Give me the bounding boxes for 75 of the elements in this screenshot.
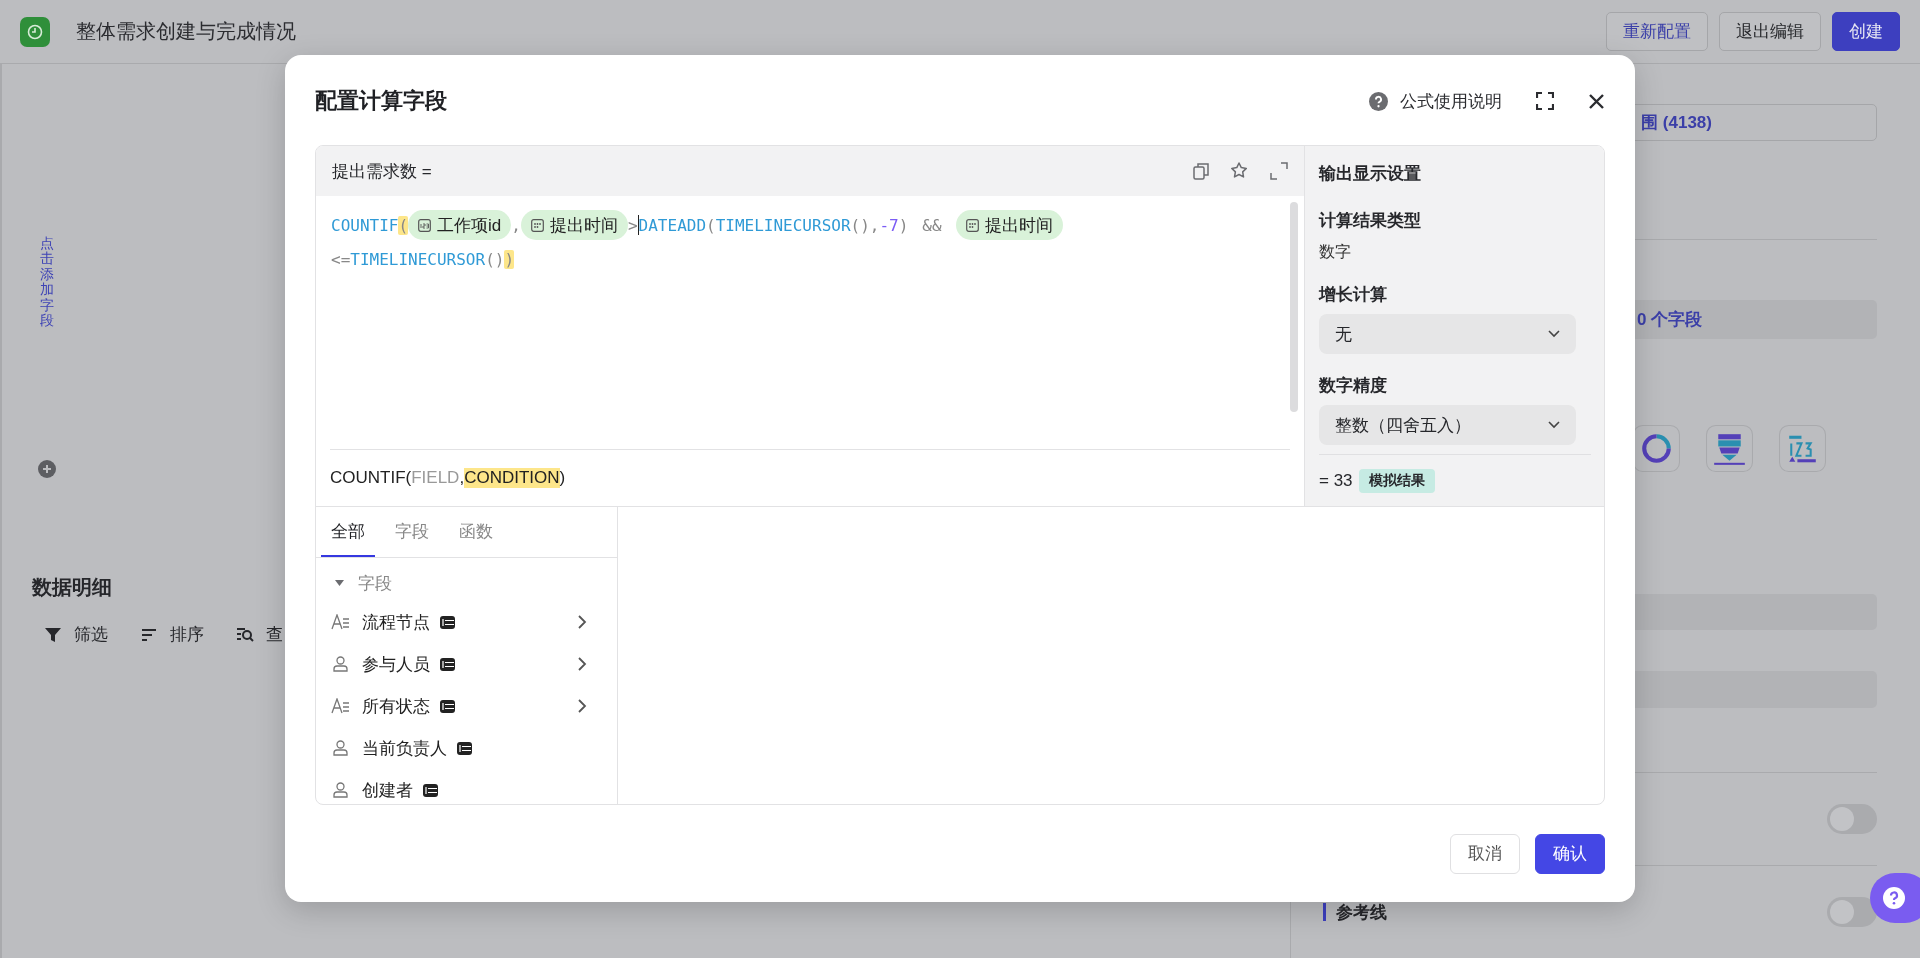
chevron-down-icon <box>1548 421 1560 429</box>
toggle-switch[interactable] <box>1827 804 1877 835</box>
toolbar-button[interactable]: 重新配置 <box>1606 12 1708 51</box>
help-button[interactable] <box>1870 873 1920 923</box>
field-name: 提出需求数 = <box>332 160 432 183</box>
toolbar-button[interactable]: 筛选 <box>44 623 108 647</box>
setting-label: 计算结果类型 <box>1319 210 1421 232</box>
setting-label: 增长计算 <box>1319 284 1387 306</box>
text-field-icon <box>331 614 350 630</box>
field-item[interactable]: 创建者 <box>331 769 617 804</box>
copy-icon[interactable] <box>1192 162 1210 180</box>
calendar-icon <box>965 218 979 232</box>
section-title: 数据明细 <box>32 575 112 601</box>
field-item[interactable]: 当前负责人 <box>331 727 617 769</box>
table-icon <box>440 657 455 671</box>
number-card-icon[interactable] <box>1779 424 1826 472</box>
search-icon <box>236 625 254 644</box>
filter-icon <box>44 625 62 644</box>
result-tag: 模拟结果 <box>1358 469 1435 493</box>
setting-value: 数字 <box>1319 242 1351 262</box>
toolbar-button[interactable]: 查 <box>236 623 283 647</box>
help-icon <box>1883 887 1905 909</box>
toolbar-button[interactable]: 退出编辑 <box>1719 12 1821 51</box>
help-link[interactable]: 公式使用说明 <box>1369 89 1502 113</box>
caret-icon <box>335 580 344 587</box>
text-cursor <box>637 215 639 235</box>
app-logo-icon <box>20 16 50 47</box>
tab[interactable]: 全部 <box>321 507 375 557</box>
toolbar-button[interactable]: 排序 <box>140 623 204 647</box>
page-title: 整体需求创建与完成情况 <box>76 19 296 44</box>
person-icon <box>331 782 350 798</box>
setting-label: 数字精度 <box>1319 375 1387 397</box>
table-icon <box>440 615 455 629</box>
field-chip[interactable]: 工作项id <box>408 210 512 240</box>
scrollbar[interactable] <box>1290 202 1298 412</box>
calendar-icon <box>530 218 544 232</box>
chevron-right-icon[interactable] <box>578 657 587 671</box>
field-item[interactable]: 流程节点 <box>331 601 617 643</box>
donut-chart-icon[interactable] <box>1633 424 1680 472</box>
tab[interactable]: 字段 <box>385 507 439 557</box>
add-icon[interactable] <box>38 460 56 479</box>
close-icon[interactable] <box>1588 92 1605 110</box>
dialog-title: 配置计算字段 <box>315 87 447 115</box>
chevron-right-icon[interactable] <box>578 615 587 629</box>
panel-title: 输出显示设置 <box>1319 163 1421 185</box>
section-toggle[interactable]: 字段 <box>331 566 396 601</box>
dialog-button[interactable]: 取消 <box>1450 833 1520 874</box>
table-icon <box>457 741 472 755</box>
text-field-icon <box>331 698 350 714</box>
chevron-down-icon <box>1548 330 1560 338</box>
add-field-link[interactable]: 点击添加字段 <box>40 236 54 329</box>
field-item[interactable]: 参与人员 <box>331 643 617 685</box>
field-chip[interactable]: 提出时间 <box>955 210 1063 240</box>
field-item[interactable]: 所有状态 <box>331 685 617 727</box>
growth-select[interactable]: 无 <box>1319 314 1576 354</box>
precision-select[interactable]: 整数（四舍五入） <box>1319 405 1576 445</box>
formula-editor[interactable]: COUNTIF( 工作项id , 提出时间 >DATEADD(TIMELINECURSOR(),-7) && 提出时间 <=TIMELINECURSOR()) <box>316 196 1304 449</box>
setting-label: 参考线 <box>1336 901 1387 924</box>
number-field-icon <box>418 218 432 232</box>
table-icon <box>440 699 455 713</box>
tab[interactable]: 函数 <box>449 507 503 557</box>
toggle-switch[interactable] <box>1827 897 1877 927</box>
function-signature: COUNTIF(FIELD,CONDITION) <box>330 449 1290 506</box>
chevron-right-icon[interactable] <box>578 699 587 713</box>
result-value: = 33 <box>1319 471 1353 491</box>
fullscreen-icon[interactable] <box>1536 92 1554 110</box>
funnel-chart-icon[interactable] <box>1706 424 1753 472</box>
field-chip[interactable]: 提出时间 <box>520 210 628 240</box>
person-icon <box>331 656 350 672</box>
dialog-button[interactable]: 确认 <box>1535 833 1605 874</box>
table-icon <box>423 783 438 797</box>
help-icon <box>1369 91 1388 111</box>
person-icon <box>331 740 350 756</box>
toolbar-button[interactable]: 创建 <box>1832 12 1900 51</box>
expand-icon[interactable] <box>1270 162 1288 180</box>
